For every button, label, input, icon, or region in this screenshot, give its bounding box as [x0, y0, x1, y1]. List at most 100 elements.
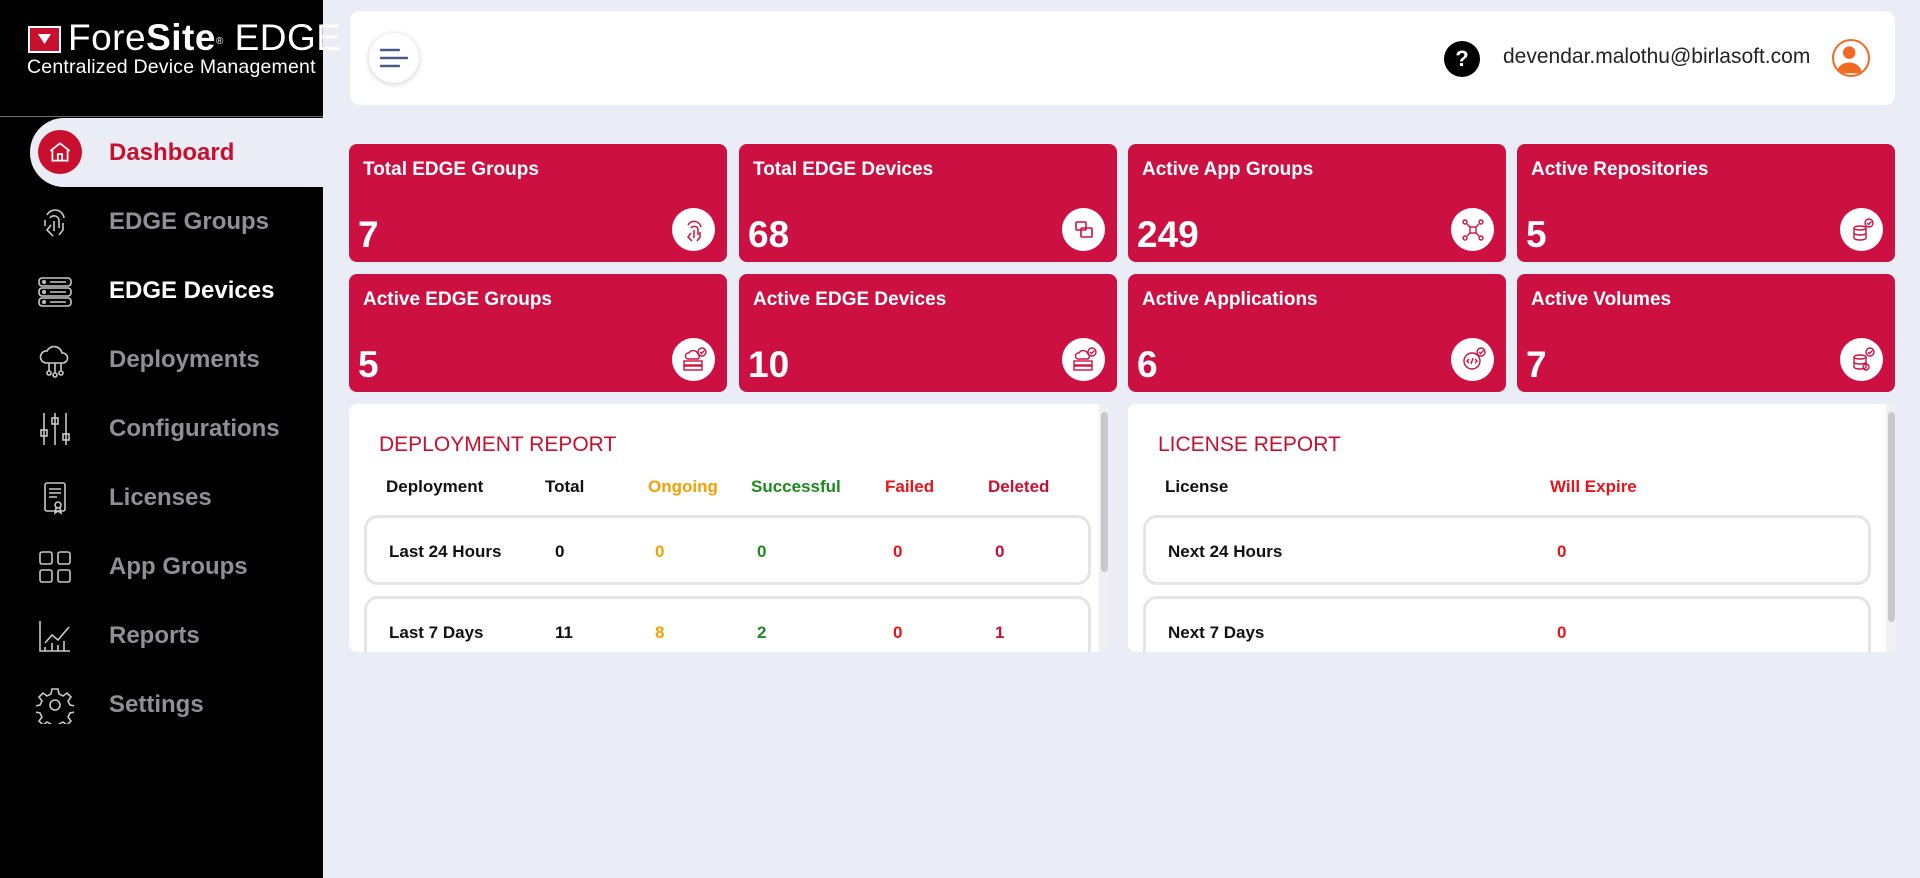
card-active-app-groups[interactable]: Active App Groups 249: [1128, 144, 1506, 262]
card-active-applications[interactable]: Active Applications 6: [1128, 274, 1506, 392]
table-row[interactable]: Last 24 Hours 0 0 0 0 0: [364, 515, 1091, 585]
row-will-expire: 0: [1557, 623, 1567, 642]
col-header-license: License: [1165, 477, 1229, 496]
card-title: Total EDGE Groups: [363, 159, 539, 180]
license-report-panel: LICENSE REPORT License Will Expire Next …: [1128, 404, 1896, 652]
scrollbar-thumb[interactable]: [1888, 412, 1895, 622]
card-active-volumes[interactable]: Active Volumes 7: [1517, 274, 1895, 392]
card-value: 10: [748, 344, 790, 385]
row-label: Last 24 Hours: [389, 542, 502, 561]
sidebar-item-label: Settings: [109, 690, 204, 718]
sidebar-item-licenses[interactable]: Licenses: [0, 463, 323, 532]
deployment-report-scrollbar[interactable]: [1099, 404, 1109, 652]
database-check-icon: [1840, 208, 1883, 251]
row-total: 11: [555, 623, 573, 642]
sidebar-item-label: App Groups: [109, 552, 248, 580]
card-title: Total EDGE Devices: [753, 159, 934, 180]
scrollbar-thumb[interactable]: [1101, 412, 1108, 572]
card-title: Active Applications: [1142, 289, 1318, 310]
sidebar-item-configurations[interactable]: Configurations: [0, 394, 323, 463]
license-report-title: LICENSE REPORT: [1158, 433, 1341, 456]
sidebar-item-label: Configurations: [109, 414, 280, 442]
sidebar-item-label: Deployments: [109, 345, 260, 373]
card-title: Active Volumes: [1531, 289, 1672, 310]
row-deleted: 1: [995, 623, 1005, 642]
row-will-expire: 0: [1557, 542, 1567, 561]
home-icon: [38, 130, 82, 174]
gear-icon: [34, 686, 76, 730]
card-value: 6: [1137, 344, 1158, 385]
row-label: Next 7 Days: [1168, 623, 1265, 642]
card-total-edge-groups[interactable]: Total EDGE Groups 7: [349, 144, 727, 262]
sidebar-item-edge-devices[interactable]: EDGE Devices: [0, 256, 323, 325]
sidebar-nav: Dashboard EDGE Groups EDGE Devices Deplo…: [0, 118, 323, 739]
sidebar-item-settings[interactable]: Settings: [0, 670, 323, 739]
card-value: 249: [1137, 214, 1199, 255]
foresite-edge-logo[interactable]: ForeSite® EDGE Centralized Device Manage…: [0, 0, 341, 117]
deployment-report-title: DEPLOYMENT REPORT: [379, 433, 617, 456]
cloud-server-check-icon: [1062, 338, 1105, 381]
row-ongoing: 8: [655, 623, 665, 642]
help-button[interactable]: ?: [1444, 41, 1480, 77]
row-ongoing: 0: [655, 542, 665, 561]
user-email[interactable]: devendar.malothu@birlasoft.com: [1503, 45, 1810, 69]
row-label: Next 24 Hours: [1168, 542, 1283, 561]
card-title: Active App Groups: [1142, 159, 1314, 180]
server-icon: [36, 272, 74, 310]
sidebar-item-deployments[interactable]: Deployments: [0, 325, 323, 394]
cloud-server-check-icon: [672, 338, 715, 381]
menu-toggle-button[interactable]: [369, 33, 419, 83]
sidebar-item-reports[interactable]: Reports: [0, 601, 323, 670]
grid-icon: [36, 548, 74, 586]
card-value: 68: [748, 214, 790, 255]
fingerprint-icon: [36, 203, 74, 241]
top-header: ? devendar.malothu@birlasoft.com: [350, 11, 1895, 105]
card-active-edge-devices[interactable]: Active EDGE Devices 10: [739, 274, 1117, 392]
certificate-icon: [36, 479, 74, 517]
sidebar-item-edge-groups[interactable]: EDGE Groups: [0, 187, 323, 256]
row-failed: 0: [893, 542, 903, 561]
sidebar-item-app-groups[interactable]: App Groups: [0, 532, 323, 601]
sidebar-item-label: Licenses: [109, 483, 212, 511]
card-title: Active Repositories: [1531, 159, 1709, 180]
brand-name: ForeSite® EDGE: [68, 17, 342, 58]
sidebar-item-dashboard[interactable]: Dashboard: [30, 118, 323, 187]
card-total-edge-devices[interactable]: Total EDGE Devices 68: [739, 144, 1117, 262]
user-avatar-icon[interactable]: [1832, 39, 1870, 77]
devices-icon: [1062, 208, 1105, 251]
row-failed: 0: [893, 623, 903, 642]
sidebar: ForeSite® EDGE Centralized Device Manage…: [0, 0, 341, 878]
network-icon: [1451, 208, 1494, 251]
card-active-repositories[interactable]: Active Repositories 5: [1517, 144, 1895, 262]
table-row[interactable]: Next 7 Days 0: [1143, 596, 1871, 652]
table-row[interactable]: Next 24 Hours 0: [1143, 515, 1871, 585]
card-value: 5: [358, 344, 379, 385]
col-header-successful: Successful: [751, 477, 841, 496]
card-value: 7: [358, 214, 379, 255]
deployment-report-panel: DEPLOYMENT REPORT Deployment Total Ongoi…: [349, 404, 1109, 652]
col-header-total: Total: [545, 477, 585, 496]
brand-tagline: Centralized Device Management: [27, 56, 316, 78]
database-gear-icon: [1840, 338, 1883, 381]
sidebar-item-label: Reports: [109, 621, 200, 649]
sidebar-item-label: EDGE Devices: [109, 276, 275, 304]
code-gear-icon: [1451, 338, 1494, 381]
sidebar-item-label: Dashboard: [109, 138, 235, 166]
col-header-will-expire: Will Expire: [1550, 477, 1637, 496]
fingerprint-icon: [672, 208, 715, 251]
row-total: 0: [555, 542, 565, 561]
col-header-deployment: Deployment: [386, 477, 484, 496]
row-successful: 0: [757, 542, 767, 561]
card-title: Active EDGE Groups: [363, 289, 552, 310]
row-successful: 2: [757, 623, 767, 642]
table-row[interactable]: Last 7 Days 11 8 2 0 1: [364, 596, 1091, 652]
col-header-ongoing: Ongoing: [648, 477, 718, 496]
card-value: 5: [1526, 214, 1547, 255]
chart-icon: [36, 617, 74, 655]
card-active-edge-groups[interactable]: Active EDGE Groups 5: [349, 274, 727, 392]
row-label: Last 7 Days: [389, 623, 484, 642]
sidebar-item-label: EDGE Groups: [109, 207, 270, 235]
card-title: Active EDGE Devices: [753, 289, 947, 310]
card-value: 7: [1526, 344, 1547, 385]
license-report-scrollbar[interactable]: [1886, 404, 1896, 652]
